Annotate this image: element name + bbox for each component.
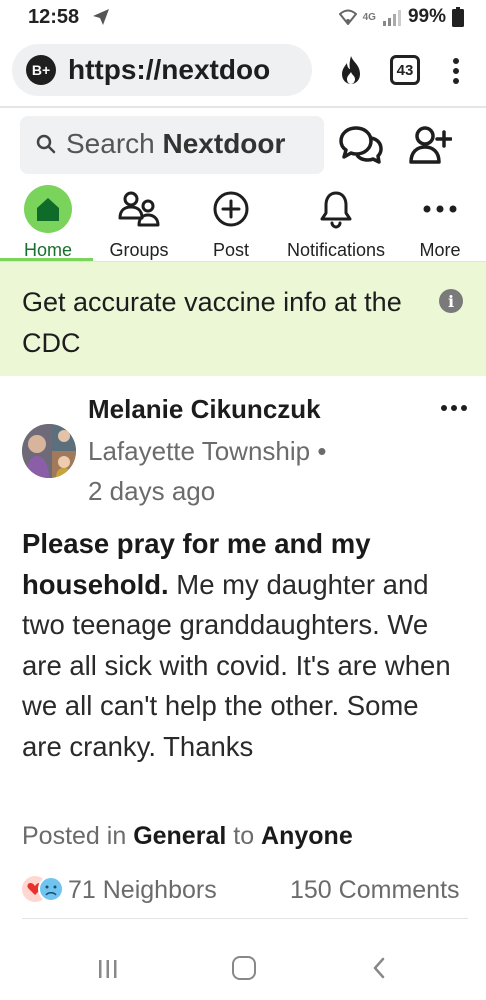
nav-label-groups: Groups	[109, 240, 169, 260]
post-category-link[interactable]: General	[133, 822, 226, 850]
site-security-badge[interactable]: B+	[26, 55, 56, 85]
vaccine-info-banner[interactable]: Get accurate vaccine info at the CDC	[0, 262, 486, 376]
add-neighbor-icon[interactable]	[408, 124, 452, 166]
nav-notifications[interactable]: Notifications	[276, 184, 396, 262]
banner-text: Get accurate vaccine info at the CDC	[22, 287, 402, 358]
search-input[interactable]: Search Nextdoor	[20, 116, 324, 174]
bell-icon	[320, 191, 352, 229]
post-divider	[22, 918, 468, 919]
send-icon	[93, 9, 109, 25]
nav-post[interactable]: Post	[206, 184, 256, 262]
browser-toolbar: B+ https://nextdoo 43	[0, 40, 486, 102]
search-prefix: Search	[66, 128, 155, 159]
status-bar: 12:58 4G 99%	[0, 0, 486, 34]
wifi-icon	[338, 9, 357, 25]
status-indicators: 4G 99%	[338, 6, 464, 28]
battery-icon	[452, 7, 464, 27]
posted-in-line: Posted in General to Anyone	[22, 822, 353, 851]
post-audience-link[interactable]: Anyone	[261, 822, 353, 850]
posted-in-prefix: Posted in	[22, 822, 134, 850]
signal-icon	[382, 10, 401, 26]
search-brand: Nextdoor	[162, 128, 286, 159]
browser-menu-icon[interactable]	[448, 54, 464, 88]
more-dots-icon	[423, 205, 457, 213]
nav-label-post: Post	[212, 240, 250, 260]
tab-switcher-button[interactable]: 43	[390, 55, 420, 85]
system-navigation-bar	[0, 940, 486, 1000]
posted-to-text: to	[226, 822, 262, 850]
toolbar-divider	[0, 106, 486, 108]
avatar[interactable]	[22, 424, 76, 478]
plus-circle-icon	[213, 191, 249, 227]
nav-more[interactable]: More	[414, 184, 466, 262]
nav-groups[interactable]: Groups	[104, 184, 174, 262]
recent-apps-icon[interactable]	[96, 958, 120, 980]
reaction-count[interactable]: 71 Neighbors	[68, 876, 217, 905]
info-icon[interactable]: i	[439, 289, 463, 313]
search-icon	[36, 134, 56, 154]
post-body: Please pray for me and my household. Me …	[22, 524, 462, 768]
url-text[interactable]: https://nextdoo	[68, 54, 304, 86]
post-options-icon[interactable]	[440, 400, 468, 416]
status-time: 12:58	[28, 6, 80, 28]
nav-home[interactable]: Home	[20, 184, 76, 262]
flame-icon[interactable]	[336, 54, 366, 86]
network-type: 4G	[362, 11, 376, 23]
home-icon	[24, 185, 72, 233]
post-author-name[interactable]: Melanie Cikunczuk	[88, 394, 321, 425]
chat-icon[interactable]	[338, 124, 384, 166]
main-nav: Home Groups Post Notifications More	[0, 184, 486, 262]
nav-label-notifications: Notifications	[286, 240, 386, 260]
comments-count[interactable]: 150 Comments	[290, 876, 460, 905]
system-home-icon[interactable]	[232, 956, 256, 980]
url-bar[interactable]: B+ https://nextdoo	[12, 44, 312, 96]
back-icon[interactable]	[372, 956, 386, 980]
nav-label-more: More	[419, 240, 461, 260]
search-placeholder: Search Nextdoor	[66, 128, 285, 160]
post-author-location[interactable]: Lafayette Township •	[88, 436, 326, 467]
groups-icon	[118, 191, 160, 227]
sad-reaction-icon	[38, 876, 64, 902]
post-timestamp: 2 days ago	[88, 476, 216, 506]
battery-percent: 99%	[407, 6, 446, 27]
